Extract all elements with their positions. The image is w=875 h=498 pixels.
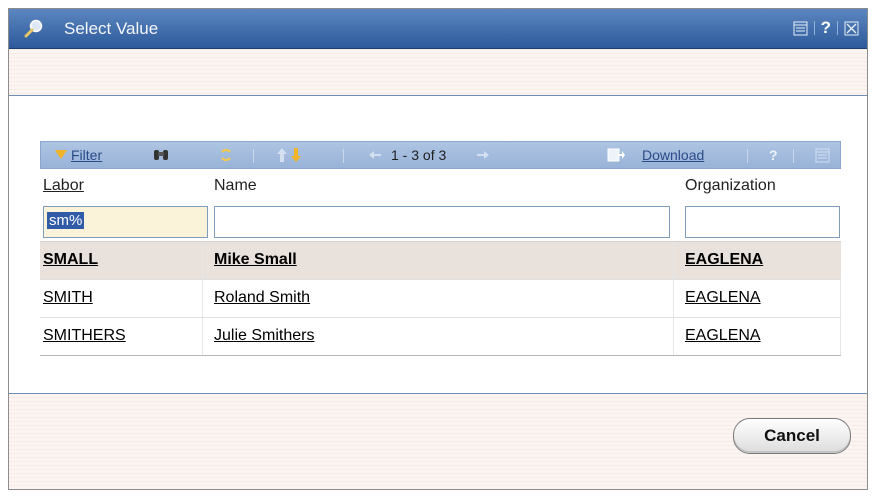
organization-cell[interactable]: EAGLENA: [685, 327, 761, 345]
results-grid: Filter 1 - 3 of 3 Download ? Labor Name …: [40, 141, 841, 356]
binoculars-icon[interactable]: [153, 148, 169, 162]
organization-filter-input[interactable]: [685, 206, 840, 238]
name-cell[interactable]: Julie Smithers: [214, 327, 314, 345]
name-cell[interactable]: Roland Smith: [214, 289, 310, 307]
labor-cell[interactable]: SMITH: [43, 289, 93, 307]
grid-help-icon[interactable]: ?: [769, 147, 778, 163]
cell-divider: [673, 318, 674, 355]
column-header-labor[interactable]: Labor: [43, 177, 84, 195]
dialog-content: Filter 1 - 3 of 3 Download ? Labor Name …: [9, 96, 867, 394]
organization-cell[interactable]: EAGLENA: [685, 289, 761, 307]
organization-cell[interactable]: EAGLENA: [685, 251, 763, 269]
download-icon[interactable]: [607, 147, 625, 163]
next-page-icon[interactable]: [477, 151, 489, 159]
window-controls: ?: [793, 17, 859, 39]
column-header-organization[interactable]: Organization: [685, 177, 776, 195]
cell-divider: [202, 318, 203, 355]
dialog-title: Select Value: [64, 19, 159, 38]
cancel-button[interactable]: Cancel: [733, 418, 851, 454]
window-icon[interactable]: [793, 21, 808, 36]
dialog-subbar: [9, 49, 867, 96]
name-cell[interactable]: Mike Small: [214, 251, 297, 269]
cell-divider: [840, 280, 841, 317]
filter-row: sm%: [40, 203, 841, 241]
table-row[interactable]: SMITH Roland Smith EAGLENA: [40, 280, 841, 318]
dialog-titlebar: Select Value ?: [9, 9, 867, 49]
separator: [793, 149, 794, 163]
cell-divider: [840, 318, 841, 355]
help-icon[interactable]: ?: [821, 18, 831, 38]
labor-cell[interactable]: SMALL: [43, 251, 98, 269]
column-headers: Labor Name Organization: [40, 169, 841, 203]
separator: [837, 21, 838, 35]
table-row[interactable]: SMALL Mike Small EAGLENA: [40, 241, 841, 280]
separator: [343, 149, 344, 163]
grid-toolbar: Filter 1 - 3 of 3 Download ?: [40, 141, 841, 169]
labor-filter-input[interactable]: sm%: [43, 206, 208, 238]
paging-text: 1 - 3 of 3: [391, 147, 447, 163]
column-header-name[interactable]: Name: [214, 177, 257, 195]
previous-page-icon[interactable]: [369, 151, 381, 159]
labor-filter-value: sm%: [47, 212, 85, 229]
download-link[interactable]: Download: [642, 147, 704, 163]
grid-options-icon[interactable]: [815, 148, 830, 163]
name-filter-input[interactable]: [214, 206, 670, 238]
labor-cell[interactable]: SMITHERS: [43, 327, 126, 345]
filter-link[interactable]: Filter: [71, 147, 102, 163]
cell-divider: [673, 242, 674, 279]
sort-down-icon[interactable]: [291, 148, 301, 162]
dialog-footer: Cancel: [9, 394, 867, 489]
refresh-icon[interactable]: [219, 147, 233, 163]
separator: [253, 149, 254, 163]
filter-icon[interactable]: [55, 150, 67, 160]
magnifier-icon: [24, 19, 43, 38]
cell-divider: [673, 280, 674, 317]
cell-divider: [202, 280, 203, 317]
select-value-dialog: Select Value ? Filter 1 - 3 of 3 Downloa…: [8, 8, 868, 490]
sort-up-icon[interactable]: [277, 148, 287, 162]
separator: [813, 21, 815, 35]
cell-divider: [202, 242, 203, 279]
close-icon[interactable]: [844, 21, 859, 36]
table-row[interactable]: SMITHERS Julie Smithers EAGLENA: [40, 318, 841, 356]
separator: [747, 149, 748, 163]
